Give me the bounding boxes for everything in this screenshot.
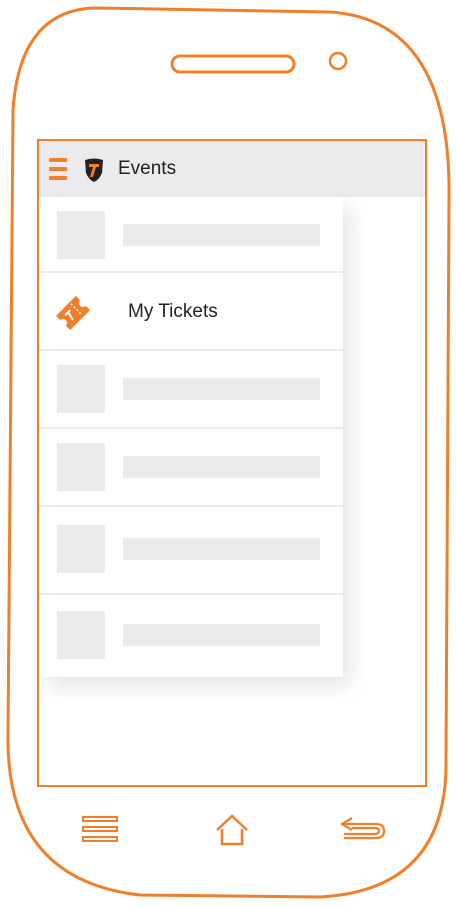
home-icon[interactable]: [214, 814, 250, 846]
hamburger-menu-icon[interactable]: [49, 158, 67, 180]
drawer-item-placeholder[interactable]: [39, 595, 343, 677]
drawer-item-placeholder[interactable]: [39, 429, 343, 507]
drawer-item-placeholder[interactable]: [39, 351, 343, 429]
placeholder-text: [123, 224, 320, 246]
front-camera: [328, 51, 348, 71]
drawer-item-placeholder[interactable]: [39, 507, 343, 595]
placeholder-text: [123, 378, 320, 400]
back-icon[interactable]: [338, 814, 386, 844]
placeholder-icon: [57, 211, 105, 259]
placeholder-text: [123, 624, 320, 646]
placeholder-text: [123, 538, 320, 560]
app-title: Events: [118, 158, 177, 179]
ticket-icon: [56, 296, 90, 330]
drawer-item-my-tickets[interactable]: My Tickets: [39, 273, 343, 351]
drawer-item-label: My Tickets: [128, 301, 218, 322]
navigation-drawer: My Tickets: [39, 197, 343, 677]
app-bar: Events: [39, 141, 425, 197]
placeholder-text: [123, 456, 320, 478]
drawer-item-placeholder[interactable]: [39, 197, 343, 273]
speaker-grille: [170, 54, 296, 74]
phone-screen: Events My Tickets: [37, 139, 427, 787]
menu-icon[interactable]: [82, 814, 118, 844]
placeholder-icon: [57, 443, 105, 491]
device-nav-bar: [0, 800, 456, 860]
shield-logo-icon: [85, 158, 103, 182]
placeholder-icon: [57, 365, 105, 413]
placeholder-icon: [57, 525, 105, 573]
placeholder-icon: [57, 611, 105, 659]
